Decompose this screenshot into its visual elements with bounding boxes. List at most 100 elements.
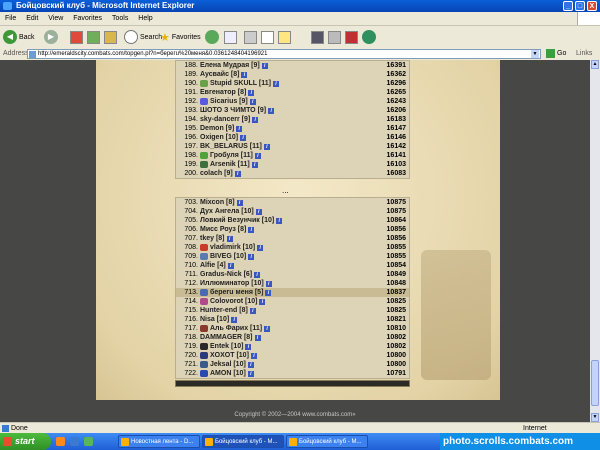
info-icon[interactable]: i — [261, 62, 268, 69]
print-button[interactable] — [244, 29, 257, 45]
info-icon[interactable]: i — [247, 361, 254, 368]
info-icon[interactable]: i — [247, 370, 254, 377]
vertical-scrollbar[interactable]: ▲ ▼ — [590, 60, 600, 422]
info-icon[interactable]: i — [255, 208, 262, 215]
close-button[interactable]: X — [587, 1, 597, 11]
info-icon[interactable]: i — [254, 152, 261, 159]
info-icon[interactable]: i — [245, 343, 252, 350]
toolbar-extra-button-1[interactable] — [311, 29, 324, 45]
player-name[interactable]: colach [9] — [200, 169, 233, 178]
info-icon[interactable]: i — [265, 289, 272, 296]
info-icon[interactable]: i — [272, 80, 279, 87]
info-icon[interactable]: i — [250, 352, 257, 359]
info-icon[interactable]: i — [254, 271, 261, 278]
info-icon[interactable]: i — [265, 280, 272, 287]
maximize-button[interactable]: □ — [575, 1, 585, 11]
info-icon[interactable]: i — [248, 226, 255, 233]
info-icon[interactable]: i — [234, 170, 241, 177]
menu-view[interactable]: View — [48, 12, 63, 25]
player-name[interactable]: Hunter-end [8] — [200, 306, 248, 315]
links-button[interactable]: Links — [576, 50, 592, 57]
window-title-bar[interactable]: Бойцовский клуб - Microsoft Internet Exp… — [0, 0, 600, 12]
forward-button[interactable]: ▶ — [44, 29, 58, 45]
menu-tools[interactable]: Tools — [112, 12, 128, 25]
player-name[interactable]: ШОТО З ЧИМТО [9] — [200, 106, 266, 115]
player-name[interactable]: vladimirk [10] — [210, 243, 255, 252]
search-button[interactable]: Search — [124, 29, 162, 45]
player-name[interactable]: BIVEG [10] — [210, 252, 246, 261]
player-name[interactable]: tkey [8] — [200, 234, 225, 243]
menu-file[interactable]: File — [5, 12, 16, 25]
quicklaunch-ie-icon[interactable] — [70, 437, 79, 446]
player-name[interactable]: Sicarius [9] — [210, 97, 248, 106]
back-button[interactable]: ◀ Back — [3, 29, 35, 45]
refresh-button[interactable] — [87, 29, 100, 45]
menu-favorites[interactable]: Favorites — [73, 12, 102, 25]
info-icon[interactable]: i — [264, 325, 271, 332]
player-name[interactable]: Mixcon [8] — [200, 198, 235, 207]
player-name[interactable]: Arsenik [11] — [210, 160, 250, 169]
quicklaunch-app-icon[interactable] — [84, 437, 93, 446]
info-icon[interactable]: i — [257, 244, 264, 251]
player-name[interactable]: sky-dancerr [9] — [200, 115, 250, 124]
info-icon[interactable]: i — [276, 217, 283, 224]
player-name[interactable]: Евгенатор [8] — [200, 88, 246, 97]
address-input[interactable]: http://emeraldscity.combats.com/topgen.p… — [27, 49, 541, 59]
toolbar-extra-button-2[interactable] — [328, 29, 341, 45]
player-name[interactable]: Jeksal [10] — [210, 360, 246, 369]
player-name[interactable]: Gradus-Nick [6] — [200, 270, 252, 279]
player-name[interactable]: AMON [10] — [210, 369, 246, 378]
info-icon[interactable]: i — [249, 307, 256, 314]
player-name[interactable]: DAMMAGER [8] — [200, 333, 253, 342]
scroll-up-icon[interactable]: ▲ — [591, 60, 599, 69]
info-icon[interactable]: i — [251, 161, 258, 168]
player-name[interactable]: Ловкий Везунчик [10] — [200, 216, 274, 225]
player-name[interactable]: Nisa [10] — [200, 315, 229, 324]
info-icon[interactable]: i — [259, 298, 266, 305]
task-combats-2[interactable]: Бойцовский клуб - M... — [286, 435, 368, 448]
info-icon[interactable]: i — [248, 253, 255, 260]
task-combats-1[interactable]: Бойцовский клуб - M... — [202, 435, 284, 448]
go-button[interactable]: Go — [546, 49, 566, 58]
info-icon[interactable]: i — [236, 199, 243, 206]
toolbar-extra-button-3[interactable] — [345, 29, 358, 45]
player-name[interactable]: Елена Мудрая [9] — [200, 61, 260, 70]
notes-button[interactable] — [278, 29, 291, 45]
player-name[interactable]: Entek [10] — [210, 342, 243, 351]
chevron-down-icon[interactable]: ▼ — [531, 50, 539, 58]
player-name[interactable]: Colovorot [10] — [210, 297, 257, 306]
mail-button[interactable] — [224, 29, 237, 45]
start-button[interactable]: start — [0, 433, 51, 450]
player-name[interactable]: BK_BELARUS [11] — [200, 142, 262, 151]
edit-button[interactable] — [261, 29, 274, 45]
stop-button[interactable] — [70, 29, 83, 45]
menu-edit[interactable]: Edit — [26, 12, 38, 25]
info-icon[interactable]: i — [254, 334, 261, 341]
task-news-feed[interactable]: Новостная лента - D... — [118, 435, 200, 448]
info-icon[interactable]: i — [252, 116, 259, 123]
player-name[interactable]: Аусвайс [8] — [200, 70, 239, 79]
favorites-button[interactable]: ★ Favorites — [160, 29, 201, 45]
player-name[interactable]: Stupid SKULL [11] — [210, 79, 271, 88]
info-icon[interactable]: i — [249, 98, 256, 105]
player-name[interactable]: Мисс Роуз [8] — [200, 225, 246, 234]
toolbar-extra-button-4[interactable] — [362, 29, 376, 45]
info-icon[interactable]: i — [226, 235, 233, 242]
player-name[interactable]: Аль Фарих [11] — [210, 324, 262, 333]
player-name[interactable]: Alfie [4] — [200, 261, 226, 270]
info-icon[interactable]: i — [236, 125, 243, 132]
info-icon[interactable]: i — [263, 143, 270, 150]
player-name[interactable]: Гробуля [11] — [210, 151, 253, 160]
scroll-thumb[interactable] — [591, 360, 599, 406]
player-name[interactable]: Дух Ангела [10] — [200, 207, 254, 216]
player-name[interactable]: XOXOT [10] — [210, 351, 249, 360]
home-button[interactable] — [104, 29, 117, 45]
info-icon[interactable]: i — [241, 71, 248, 78]
minimize-button[interactable]: _ — [563, 1, 573, 11]
history-button[interactable] — [205, 29, 219, 45]
info-icon[interactable]: i — [227, 262, 234, 269]
quicklaunch-firefox-icon[interactable] — [56, 437, 65, 446]
info-icon[interactable]: i — [231, 316, 238, 323]
info-icon[interactable]: i — [240, 134, 247, 141]
player-name[interactable]: берегu меня [5] — [210, 288, 263, 297]
